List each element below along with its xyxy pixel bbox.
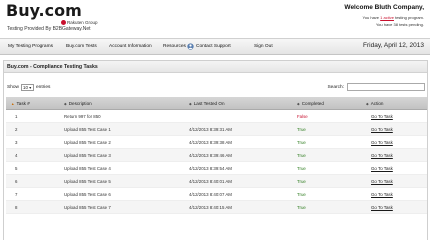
table-body: 1 Return 997 for 850 False Go To Task 2 … — [6, 110, 427, 214]
entries-per-page-select[interactable]: 10 ▼ — [21, 84, 34, 91]
panel-title-bar: Buy.com - Compliance Testing Tasks — [4, 61, 427, 73]
panel-title: Buy.com - Compliance Testing Tasks — [7, 64, 98, 70]
task-number: 8 — [15, 205, 18, 210]
table-row: 6 Upload 855 Test Case 5 4/12/2013 8:40:… — [6, 175, 427, 188]
last-tested-on: 4/12/2013 8:40:07 AM — [189, 192, 232, 197]
search-input[interactable] — [347, 83, 425, 91]
task-description: Upload 855 Test Case 6 — [64, 192, 111, 197]
column-header-label: Action — [370, 101, 384, 106]
completed-status: True — [297, 192, 306, 197]
last-tested-on: 4/12/2013 8:39:38 AM — [189, 140, 232, 145]
table-row: 4 Upload 855 Test Case 3 4/12/2013 8:39:… — [6, 149, 427, 162]
last-tested-on: 4/12/2013 8:40:15 AM — [189, 205, 232, 210]
compliance-tasks-panel: Buy.com - Compliance Testing Tasks Show … — [3, 60, 428, 240]
table-row: 3 Upload 855 Test Case 2 4/12/2013 8:39:… — [6, 136, 427, 149]
page-length-control: Show 10 ▼ entries — [7, 84, 50, 91]
go-to-task-link[interactable]: Go To Task — [371, 205, 393, 210]
nav-sign-out[interactable]: Sign Out — [254, 44, 273, 49]
completed-status: True — [297, 153, 306, 158]
main-nav: My Testing Programs Buy.com Tests Accoun… — [0, 38, 430, 55]
active-programs-suffix: testing program. — [395, 15, 424, 20]
last-tested-on: 4/12/2013 8:39:54 AM — [189, 166, 232, 171]
search-control: Search: — [327, 83, 425, 91]
task-description: Return 997 for 850 — [64, 114, 101, 119]
column-header-task-number[interactable]: ▲ Task # — [11, 101, 30, 106]
completed-status: True — [297, 179, 306, 184]
rakuten-logo-icon — [61, 20, 66, 25]
header: Buy.com Rakuten Group Testing Provided B… — [0, 0, 430, 38]
welcome-message: Welcome Bluth Company, — [344, 4, 424, 11]
task-number: 3 — [15, 140, 18, 145]
go-to-task-link[interactable]: Go To Task — [371, 153, 393, 158]
column-header-label: Last Tested On — [193, 101, 225, 106]
nav-buy-com-tests[interactable]: Buy.com Tests — [66, 44, 97, 49]
last-tested-on: 4/12/2013 8:39:31 AM — [189, 127, 232, 132]
completed-status: True — [297, 205, 306, 210]
search-label: Search: — [327, 84, 344, 90]
nav-contact-support[interactable]: Contact Support — [196, 44, 231, 49]
column-header-description[interactable]: ◆ Description — [64, 101, 92, 106]
table-row: 1 Return 997 for 850 False Go To Task — [6, 110, 427, 123]
table-row: 8 Upload 855 Test Case 7 4/12/2013 8:40:… — [6, 201, 427, 214]
go-to-task-link[interactable]: Go To Task — [371, 140, 393, 145]
task-number: 2 — [15, 127, 18, 132]
table-header: ▲ Task # ◆ Description ◆ Last Tested On … — [6, 97, 427, 110]
table-row: 7 Upload 855 Test Case 6 4/12/2013 8:40:… — [6, 188, 427, 201]
sort-icon: ◆ — [297, 101, 300, 106]
sort-ascending-icon: ▲ — [11, 101, 15, 106]
task-number: 4 — [15, 153, 18, 158]
task-description: Upload 855 Test Case 3 — [64, 153, 111, 158]
task-description: Upload 855 Test Case 5 — [64, 179, 111, 184]
sort-icon: ◆ — [366, 101, 369, 106]
completed-status: False — [297, 114, 308, 119]
task-description: Upload 855 Test Case 7 — [64, 205, 111, 210]
completed-status: True — [297, 127, 306, 132]
entries-label: entries — [36, 85, 51, 90]
column-header-label: Task # — [16, 101, 30, 106]
entries-per-page-value: 10 — [23, 85, 28, 90]
active-programs-link[interactable]: 1 active — [380, 15, 394, 20]
completed-status: True — [297, 140, 306, 145]
completed-status: True — [297, 166, 306, 171]
pending-tests-line: You have 38 tests pending. — [375, 22, 424, 27]
buy-com-logo[interactable]: Buy.com — [6, 1, 82, 20]
task-description: Upload 855 Test Case 1 — [64, 127, 111, 132]
last-tested-on: 4/12/2013 8:40:01 AM — [189, 179, 232, 184]
go-to-task-link[interactable]: Go To Task — [371, 166, 393, 171]
nav-account-information[interactable]: Account Information — [109, 44, 152, 49]
task-number: 1 — [15, 114, 18, 119]
column-header-label: Description — [68, 101, 92, 106]
tasks-table: ▲ Task # ◆ Description ◆ Last Tested On … — [6, 97, 427, 214]
chevron-down-icon: ▼ — [28, 85, 32, 90]
column-header-label: Completed — [301, 101, 324, 106]
go-to-task-link[interactable]: Go To Task — [371, 179, 393, 184]
provided-by-text: Testing Provided By B2BGateway.Net — [7, 26, 91, 32]
last-tested-on: 4/12/2013 8:39:46 AM — [189, 153, 232, 158]
active-programs-line: You have 1 active testing program. — [363, 15, 425, 20]
column-header-completed[interactable]: ◆ Completed — [297, 101, 324, 106]
task-description: Upload 855 Test Case 2 — [64, 140, 111, 145]
go-to-task-link[interactable]: Go To Task — [371, 114, 393, 119]
go-to-task-link[interactable]: Go To Task — [371, 127, 393, 132]
table-row: 5 Upload 855 Test Case 4 4/12/2013 8:39:… — [6, 162, 427, 175]
sort-icon: ◆ — [189, 101, 192, 106]
column-header-action[interactable]: ◆ Action — [366, 101, 383, 106]
nav-resources[interactable]: Resources — [163, 44, 186, 49]
contact-support-icon — [187, 43, 194, 50]
current-date: Friday, April 12, 2013 — [363, 42, 424, 49]
task-number: 7 — [15, 192, 18, 197]
sort-icon: ◆ — [64, 101, 67, 106]
task-number: 5 — [15, 166, 18, 171]
show-label: Show — [7, 85, 19, 90]
active-programs-prefix: You have — [362, 15, 380, 20]
nav-my-testing-programs[interactable]: My Testing Programs — [8, 44, 53, 49]
go-to-task-link[interactable]: Go To Task — [371, 192, 393, 197]
column-header-last-tested-on[interactable]: ◆ Last Tested On — [189, 101, 225, 106]
table-row: 2 Upload 855 Test Case 1 4/12/2013 8:39:… — [6, 123, 427, 136]
rakuten-group-badge: Rakuten Group — [61, 20, 98, 25]
task-number: 6 — [15, 179, 18, 184]
rakuten-group-text: Rakuten Group — [67, 20, 98, 25]
task-description: Upload 855 Test Case 4 — [64, 166, 111, 171]
